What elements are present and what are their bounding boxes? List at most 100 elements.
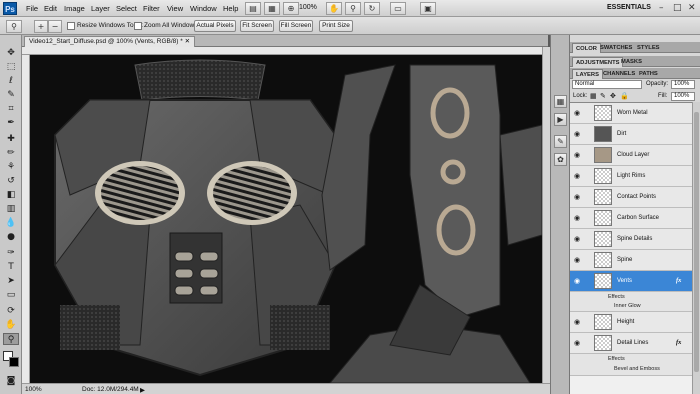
zoom-in-icon[interactable]: + bbox=[34, 20, 48, 33]
brush-tool-icon[interactable]: ✏ bbox=[3, 147, 19, 159]
visibility-eye-icon[interactable]: ◉ bbox=[572, 318, 582, 326]
tab-layers[interactable]: LAYERS bbox=[572, 69, 603, 79]
move-tool-icon[interactable]: ✥ bbox=[3, 47, 19, 59]
clone-stamp-tool-icon[interactable]: ⚘ bbox=[3, 161, 19, 173]
menu-image[interactable]: Image bbox=[64, 4, 85, 13]
path-selection-tool-icon[interactable]: ➤ bbox=[3, 275, 19, 287]
tab-styles[interactable]: STYLES bbox=[634, 43, 663, 53]
visibility-eye-icon[interactable]: ◉ bbox=[572, 235, 582, 243]
zoom-icon[interactable]: ⊕ bbox=[283, 2, 299, 15]
menu-layer[interactable]: Layer bbox=[91, 4, 110, 13]
healing-brush-tool-icon[interactable]: ✚ bbox=[3, 133, 19, 145]
menu-view[interactable]: View bbox=[167, 4, 183, 13]
rotate-view-icon[interactable]: ↻ bbox=[364, 2, 380, 15]
type-tool-icon[interactable]: T bbox=[3, 261, 19, 273]
actions-panel-icon[interactable]: ▶ bbox=[554, 113, 567, 126]
zoom-tool-preset-icon[interactable]: ⚲ bbox=[6, 20, 22, 33]
tab-adjustments[interactable]: ADJUSTMENTS bbox=[572, 57, 624, 67]
history-brush-tool-icon[interactable]: ↺ bbox=[3, 175, 19, 187]
zoom-all-windows-checkbox[interactable] bbox=[134, 22, 142, 30]
fill-input[interactable]: 100% bbox=[671, 92, 695, 101]
lock-image-icon[interactable]: ✎ bbox=[600, 92, 606, 100]
visibility-eye-icon[interactable]: ◉ bbox=[572, 109, 582, 117]
tool-presets-icon[interactable]: ✎ bbox=[554, 135, 567, 148]
visibility-eye-icon[interactable]: ◉ bbox=[572, 256, 582, 264]
shape-tool-icon[interactable]: ▭ bbox=[3, 289, 19, 301]
blur-tool-icon[interactable]: 💧 bbox=[3, 217, 19, 229]
zoom-tool-icon[interactable]: ⚲ bbox=[345, 2, 361, 15]
layers-scrollbar[interactable] bbox=[692, 102, 700, 394]
blend-mode-select[interactable]: Normal bbox=[572, 80, 642, 89]
menu-help[interactable]: Help bbox=[223, 4, 238, 13]
workspace-switcher[interactable]: ESSENTIALS bbox=[607, 4, 651, 11]
opacity-input[interactable]: 100% bbox=[671, 80, 695, 89]
layer-row-cloud-layer[interactable]: ◉ Cloud Layer bbox=[570, 145, 692, 166]
brush-panel-icon[interactable]: ✿ bbox=[554, 153, 567, 166]
dodge-tool-icon[interactable]: ● bbox=[3, 231, 19, 243]
layer-row-contact-points[interactable]: ◉ Contact Points bbox=[570, 187, 692, 208]
crop-tool-icon[interactable]: ⌗ bbox=[3, 103, 19, 115]
maximize-icon[interactable]: □ bbox=[673, 3, 682, 13]
menu-select[interactable]: Select bbox=[116, 4, 137, 13]
layer-row-carbon-surface[interactable]: ◉ Carbon Surface bbox=[570, 208, 692, 229]
background-color-swatch[interactable] bbox=[9, 357, 19, 367]
visibility-eye-icon[interactable]: ◉ bbox=[572, 172, 582, 180]
eyedropper-tool-icon[interactable]: ✒ bbox=[3, 117, 19, 129]
layer-row-dirt[interactable]: ◉ Dirt bbox=[570, 124, 692, 145]
tab-masks[interactable]: MASKS bbox=[618, 57, 645, 67]
visibility-eye-icon[interactable]: ◉ bbox=[572, 339, 582, 347]
eraser-tool-icon[interactable]: ◧ bbox=[3, 189, 19, 201]
lock-position-icon[interactable]: ✥ bbox=[610, 92, 616, 100]
zoom-out-icon[interactable]: − bbox=[48, 20, 62, 33]
document-canvas[interactable] bbox=[30, 55, 542, 383]
history-panel-icon[interactable]: ▦ bbox=[554, 95, 567, 108]
quick-mask-icon[interactable]: ◙ bbox=[3, 375, 19, 387]
zoom-tool-icon[interactable]: ⚲ bbox=[3, 333, 19, 345]
marquee-tool-icon[interactable]: ⬚ bbox=[3, 61, 19, 73]
visibility-eye-icon[interactable]: ◉ bbox=[572, 193, 582, 201]
lock-all-icon[interactable]: 🔒 bbox=[620, 92, 629, 100]
menu-filter[interactable]: Filter bbox=[143, 4, 160, 13]
visibility-eye-icon[interactable]: ◉ bbox=[572, 214, 582, 222]
hand-tool-icon[interactable]: ✋ bbox=[3, 319, 19, 331]
status-zoom[interactable]: 100% bbox=[25, 386, 42, 393]
3d-rotate-tool-icon[interactable]: ⟳ bbox=[3, 305, 19, 317]
hand-icon[interactable]: ✋ bbox=[326, 2, 342, 15]
lasso-tool-icon[interactable]: ℓ bbox=[3, 75, 19, 87]
pen-tool-icon[interactable]: ✑ bbox=[3, 247, 19, 259]
tab-channels[interactable]: CHANNELS bbox=[600, 69, 638, 79]
menu-window[interactable]: Window bbox=[190, 4, 217, 13]
actual-pixels-button[interactable]: Actual Pixels bbox=[194, 20, 236, 32]
fill-screen-button[interactable]: Fill Screen bbox=[279, 20, 313, 32]
minimize-icon[interactable]: – bbox=[659, 3, 664, 13]
effect-inner-glow[interactable]: Inner Glow bbox=[614, 303, 641, 309]
layer-row-detail-lines[interactable]: ◉ Detail Lines fx bbox=[570, 333, 692, 354]
print-size-button[interactable]: Print Size bbox=[319, 20, 353, 32]
layer-fx-icon[interactable]: fx bbox=[676, 277, 681, 284]
layers-scroll-thumb[interactable] bbox=[694, 112, 699, 372]
layer-row-vents[interactable]: ◉ Vents fx bbox=[570, 271, 692, 292]
menu-file[interactable]: File bbox=[26, 4, 38, 13]
visibility-eye-icon[interactable]: ◉ bbox=[572, 151, 582, 159]
effect-bevel-and-emboss[interactable]: Bevel and Emboss bbox=[614, 366, 660, 372]
layer-row-spine-details[interactable]: ◉ Spine Details bbox=[570, 229, 692, 250]
layer-row-spine[interactable]: ◉ Spine bbox=[570, 250, 692, 271]
layer-fx-icon[interactable]: fx bbox=[676, 339, 681, 346]
visibility-eye-icon[interactable]: ◉ bbox=[572, 277, 582, 285]
screen-mode-icon[interactable]: ▣ bbox=[420, 2, 436, 15]
resize-windows-checkbox[interactable] bbox=[67, 22, 75, 30]
close-tab-icon[interactable]: ✕ bbox=[185, 38, 190, 45]
close-icon[interactable]: ✕ bbox=[688, 3, 696, 13]
launch-bridge-icon[interactable]: ▤ bbox=[245, 2, 261, 15]
gradient-tool-icon[interactable]: ▥ bbox=[3, 203, 19, 215]
extras-icon[interactable]: ▦ bbox=[264, 2, 280, 15]
layer-row-worn-metal[interactable]: ◉ Worn Metal bbox=[570, 103, 692, 124]
tab-paths[interactable]: PATHS bbox=[636, 69, 661, 79]
zoom-level[interactable]: 100% bbox=[299, 4, 317, 11]
layer-row-height[interactable]: ◉ Height bbox=[570, 312, 692, 333]
document-tab[interactable]: Video12_Start_Diffuse.psd @ 100% (Vents,… bbox=[24, 36, 196, 47]
visibility-eye-icon[interactable]: ◉ bbox=[572, 130, 582, 138]
layer-row-light-rims[interactable]: ◉ Light Rims bbox=[570, 166, 692, 187]
menu-edit[interactable]: Edit bbox=[44, 4, 57, 13]
fit-screen-button[interactable]: Fit Screen bbox=[240, 20, 274, 32]
